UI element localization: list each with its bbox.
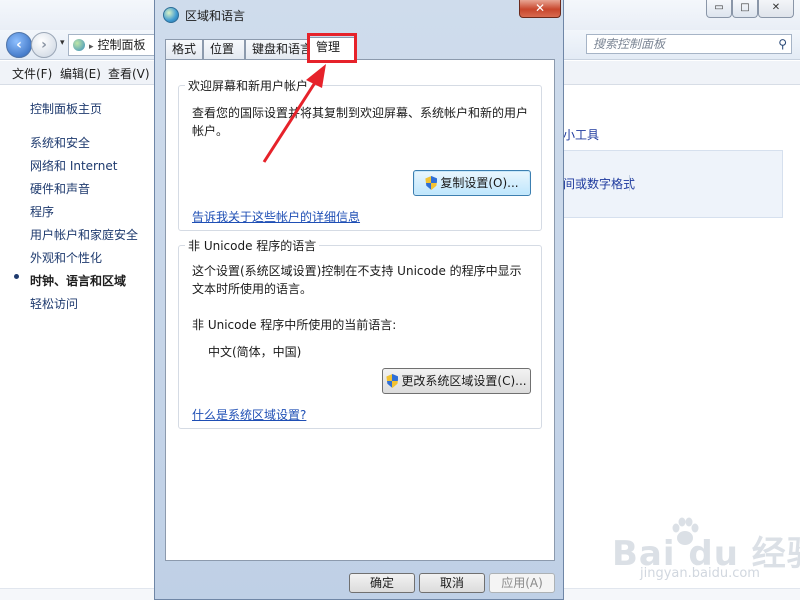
sidebar-item-clock-language-region[interactable]: 时钟、语言和区域 [30,272,126,289]
tab-formats[interactable]: 格式 [165,39,203,59]
breadcrumb-separator: ▸ [89,42,94,52]
address-bar[interactable]: ▸ 控制面板 [68,34,158,56]
apply-button[interactable]: 应用(A) [489,573,555,593]
link-divider [629,175,630,191]
region-category-panel: 间或数字格式 [563,150,783,218]
back-button[interactable]: ‹ [6,32,32,58]
breadcrumb-control-panel[interactable]: 控制面板 [98,38,146,52]
menu-view[interactable]: 查看(V) [108,65,150,82]
sidebar-home-link[interactable]: 控制面板主页 [30,100,102,117]
sidebar-item-network[interactable]: 网络和 Internet [30,157,117,174]
search-icon[interactable]: ⚲ [778,35,787,53]
gadgets-link[interactable]: 小工具 [563,126,599,143]
dialog-close-button[interactable]: ✕ [519,0,561,18]
tab-highlight-annotation [307,33,357,63]
search-input[interactable]: 搜索控制面板 ⚲ [586,34,792,54]
sidebar-item-hardware-sound[interactable]: 硬件和声音 [30,180,90,197]
watermark-url: jingyan.baidu.com [640,566,760,581]
current-language-value: 中文(简体，中国) [208,345,302,359]
tab-location[interactable]: 位置 [203,39,245,59]
region-language-dialog: 区域和语言 ✕ 格式 位置 键盘和语言 管理 欢迎屏幕和新用户帐户 查看您的国际… [154,0,564,600]
sidebar-item-user-accounts[interactable]: 用户帐户和家庭安全 [30,226,138,243]
copy-settings-button[interactable]: 复制设置(O)... [413,170,531,196]
welcome-description: 查看您的国际设置并将其复制到欢迎屏幕、系统帐户和新的用户帐户。 [192,106,529,138]
change-system-locale-button[interactable]: 更改系统区域设置(C)... [382,368,531,394]
accounts-details-link[interactable]: 告诉我关于这些帐户的详细信息 [192,208,360,225]
copy-settings-label: 复制设置(O)... [440,176,519,190]
non-unicode-description: 这个设置(系统区域设置)控制在不支持 Unicode 的程序中显示文本时所使用的… [192,264,522,296]
sidebar-item-appearance[interactable]: 外观和个性化 [30,249,102,266]
non-unicode-group: 非 Unicode 程序的语言 这个设置(系统区域设置)控制在不支持 Unico… [178,237,542,429]
administrative-tab-panel: 欢迎屏幕和新用户帐户 查看您的国际设置并将其复制到欢迎屏幕、系统帐户和新的用户帐… [165,59,555,561]
menu-edit[interactable]: 编辑(E) [60,65,101,82]
uac-shield-icon [386,374,399,388]
close-window-button[interactable]: ✕ [758,0,794,18]
welcome-screen-group: 欢迎屏幕和新用户帐户 查看您的国际设置并将其复制到欢迎屏幕、系统帐户和新的用户帐… [178,77,542,231]
system-locale-help-link[interactable]: 什么是系统区域设置? [192,406,306,423]
sidebar-item-system-security[interactable]: 系统和安全 [30,134,90,151]
non-unicode-group-legend: 非 Unicode 程序的语言 [185,237,320,254]
search-placeholder: 搜索控制面板 [593,37,666,51]
cancel-button[interactable]: 取消 [419,573,485,593]
current-language-label: 非 Unicode 程序中所使用的当前语言: [192,318,397,332]
sidebar: 控制面板主页 系统和安全 网络和 Internet 硬件和声音 程序 用户帐户和… [0,86,160,600]
history-dropdown-icon[interactable]: ▾ [60,38,65,48]
welcome-group-legend: 欢迎屏幕和新用户帐户 [185,77,312,94]
uac-shield-icon [425,176,438,190]
dialog-title: 区域和语言 [185,9,246,23]
globe-icon [163,7,179,23]
forward-button[interactable]: › [31,32,57,58]
control-panel-icon [73,39,85,51]
ok-button[interactable]: 确定 [349,573,415,593]
sidebar-item-ease-of-access[interactable]: 轻松访问 [30,295,78,312]
sidebar-item-programs[interactable]: 程序 [30,203,54,220]
tab-strip: 格式 位置 键盘和语言 管理 [165,37,555,60]
active-item-bullet [14,274,19,279]
minimize-button[interactable]: ▭ [706,0,732,18]
maximize-button[interactable]: □ [732,0,758,18]
tab-keyboards-languages[interactable]: 键盘和语言 [245,39,312,59]
change-locale-label: 更改系统区域设置(C)... [401,374,527,388]
dialog-titlebar[interactable]: 区域和语言 ✕ [155,0,563,30]
date-number-format-link[interactable]: 间或数字格式 [563,175,635,192]
menu-file[interactable]: 文件(F) [12,65,52,82]
